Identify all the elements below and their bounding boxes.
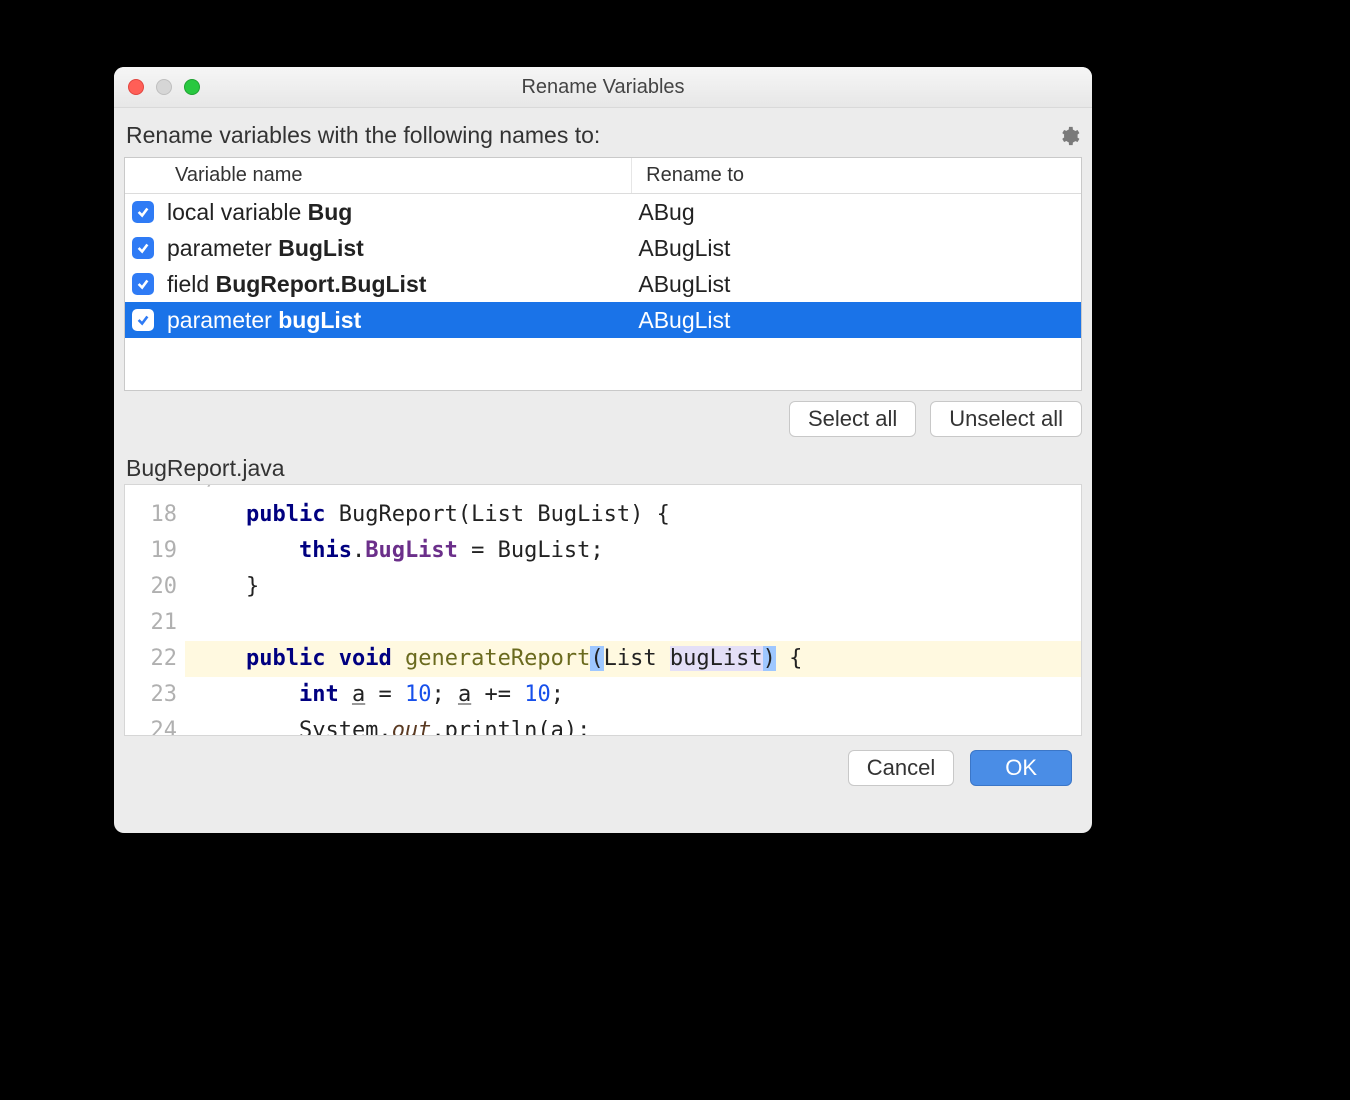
code-text: System.out.println(a); (185, 713, 1081, 736)
unselect-all-button[interactable]: Unselect all (930, 401, 1082, 437)
code-line: 21 (125, 605, 1081, 641)
code-line: 19 this.BugList = BugList; (125, 533, 1081, 569)
rename-to-cell: ABugList (632, 271, 1081, 298)
table-header: Variable name Rename to (125, 158, 1081, 194)
table-row[interactable]: parameter bugListABugList (125, 302, 1081, 338)
col-rename-to[interactable]: Rename to (632, 158, 1081, 193)
gear-icon[interactable] (1058, 125, 1080, 147)
rename-to-cell: ABug (632, 199, 1081, 226)
code-text: int a = 10; a += 10; (185, 677, 1081, 713)
ok-button[interactable]: OK (970, 750, 1072, 786)
variable-name-cell: field BugReport.BugList (161, 271, 632, 298)
line-number: 22 (125, 641, 185, 677)
rename-to-cell: ABugList (632, 235, 1081, 262)
col-variable-name[interactable]: Variable name (161, 158, 632, 193)
code-text: */ (185, 485, 1081, 497)
table-row[interactable]: parameter BugListABugList (125, 230, 1081, 266)
select-all-button[interactable]: Select all (789, 401, 916, 437)
row-checkbox[interactable] (132, 273, 154, 295)
code-line: 20 } (125, 569, 1081, 605)
variable-name-cell: local variable Bug (161, 199, 632, 226)
variable-name-cell: parameter bugList (161, 307, 632, 334)
line-number: 19 (125, 533, 185, 569)
row-checkbox[interactable] (132, 309, 154, 331)
titlebar: Rename Variables (114, 67, 1092, 108)
code-preview: */18 public BugReport(List BugList) {19 … (124, 484, 1082, 736)
code-line: 24 System.out.println(a); (125, 713, 1081, 736)
line-number: 23 (125, 677, 185, 713)
code-text: public void generateReport(List bugList)… (185, 641, 1081, 677)
window-title: Rename Variables (114, 76, 1092, 99)
cancel-button[interactable]: Cancel (848, 750, 954, 786)
rename-dialog: Rename Variables Rename variables with t… (114, 67, 1092, 833)
code-text: public BugReport(List BugList) { (185, 497, 1081, 533)
code-line: 23 int a = 10; a += 10; (125, 677, 1081, 713)
variable-name-cell: parameter BugList (161, 235, 632, 262)
line-number: 21 (125, 605, 185, 641)
variables-table: Variable name Rename to local variable B… (124, 157, 1082, 391)
row-checkbox[interactable] (132, 201, 154, 223)
code-text: this.BugList = BugList; (185, 533, 1081, 569)
table-row[interactable]: local variable BugABug (125, 194, 1081, 230)
row-checkbox[interactable] (132, 237, 154, 259)
line-number: 18 (125, 497, 185, 533)
code-line: 22 public void generateReport(List bugLi… (125, 641, 1081, 677)
table-row[interactable]: field BugReport.BugListABugList (125, 266, 1081, 302)
code-line: 18 public BugReport(List BugList) { (125, 497, 1081, 533)
code-text: } (185, 569, 1081, 605)
rename-to-cell: ABugList (632, 307, 1081, 334)
line-number: 20 (125, 569, 185, 605)
instruction-label: Rename variables with the following name… (126, 122, 600, 149)
code-text (185, 605, 1081, 641)
file-name-label: BugReport.java (126, 455, 1082, 482)
code-line: */ (125, 485, 1081, 497)
line-number: 24 (125, 713, 185, 736)
